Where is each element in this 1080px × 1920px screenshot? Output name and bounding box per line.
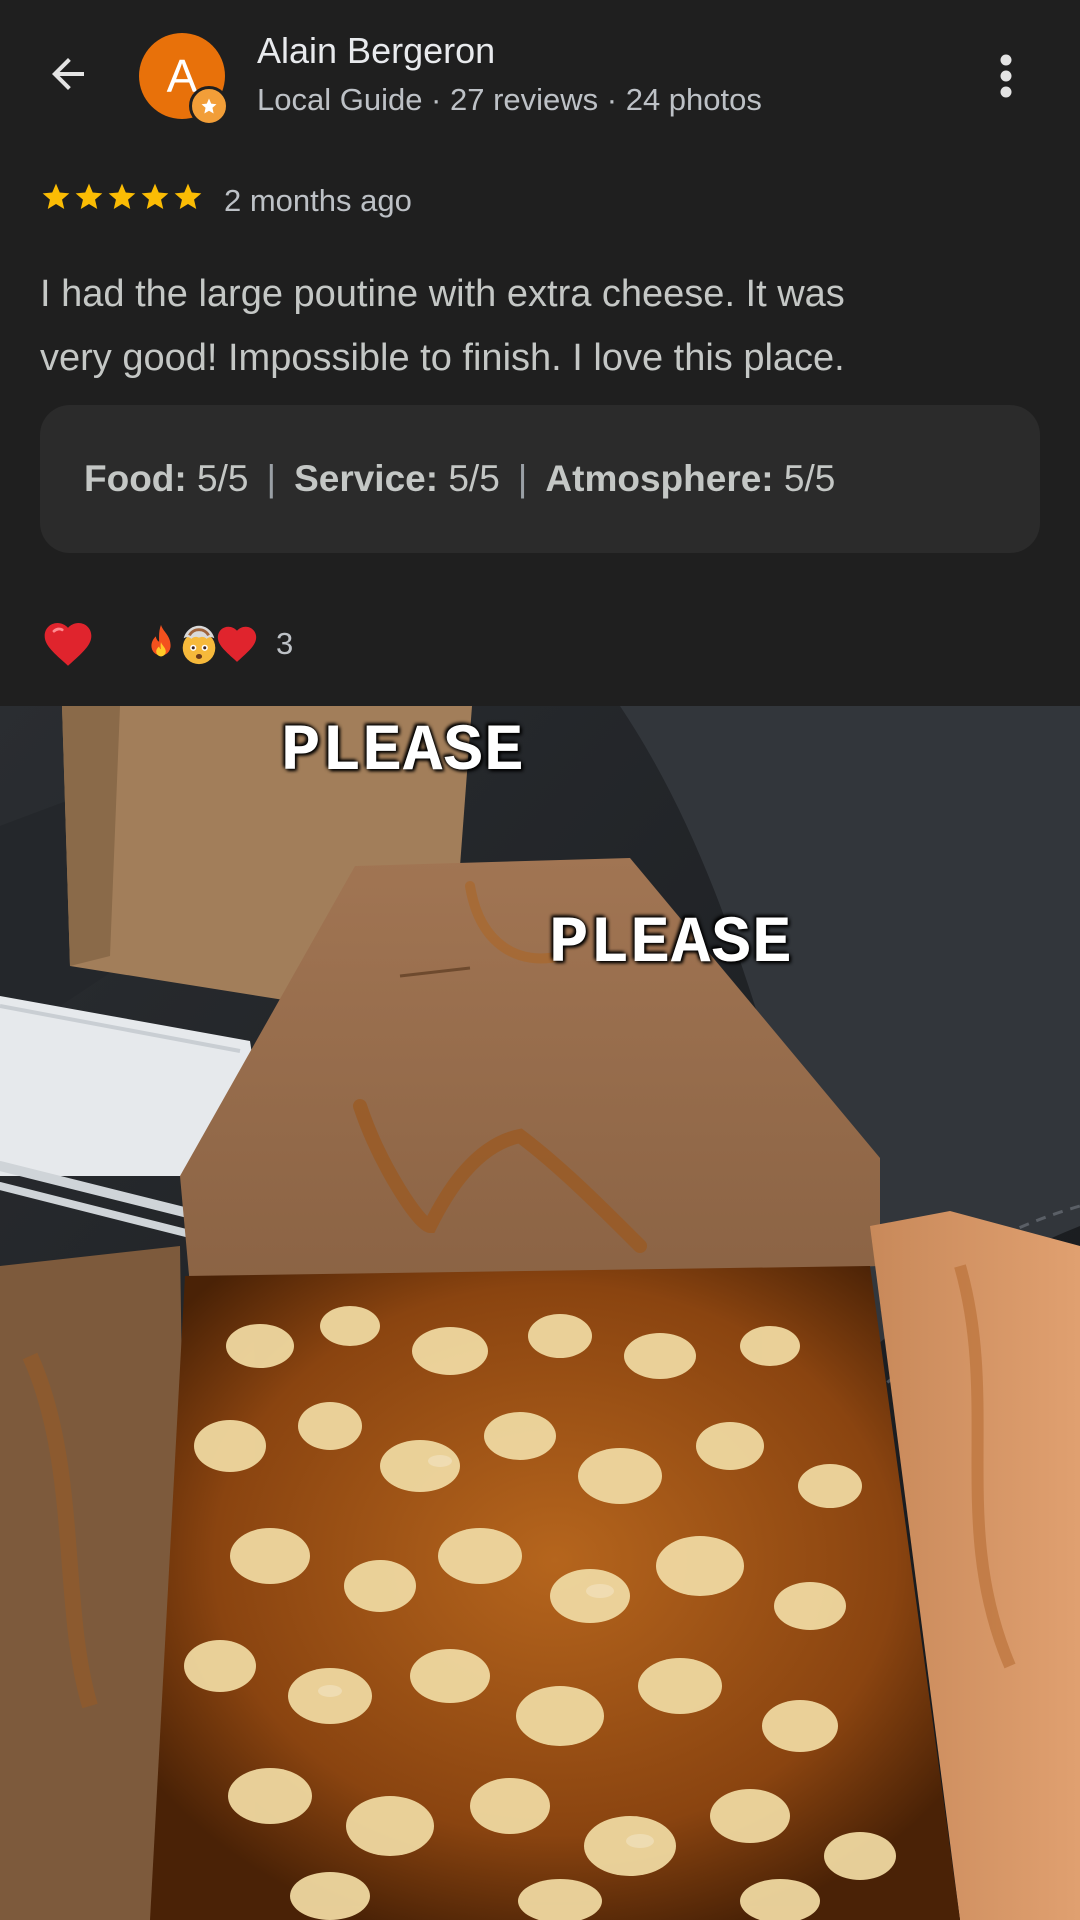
- more-options-button[interactable]: [980, 46, 1032, 106]
- review-text: I had the large poutine with extra chees…: [40, 262, 1040, 390]
- red-heart-emoji-icon: [217, 626, 257, 662]
- back-button[interactable]: [40, 46, 96, 102]
- reactions-summary[interactable]: 3: [138, 618, 293, 670]
- divider: |: [517, 458, 528, 499]
- atmosphere-rating-value: 5/5: [783, 458, 836, 499]
- food-rating-label: Food:: [84, 458, 187, 499]
- review-date: 2 months ago: [224, 183, 412, 218]
- review-text-line: very good! Impossible to finish. I love …: [40, 337, 845, 379]
- star-icon: [42, 183, 70, 209]
- more-vert-icon: [1000, 54, 1012, 98]
- star-icon: [108, 183, 136, 209]
- service-rating-value: 5/5: [448, 458, 500, 499]
- sub-ratings-pill: Food: 5/5 | Service: 5/5 | Atmosphere: 5…: [40, 405, 1040, 553]
- review-detail-screen: A Alain Bergeron Local Guide · 27 review…: [0, 0, 1080, 1920]
- food-rating-value: 5/5: [197, 458, 249, 499]
- photo-overlay-text: PLEASE: [549, 906, 793, 981]
- service-rating-label: Service:: [294, 458, 439, 499]
- divider: |: [266, 458, 277, 499]
- star-icon: [174, 183, 202, 209]
- star-icon: [141, 183, 169, 209]
- star-icon: [75, 183, 103, 209]
- reviewer-name[interactable]: Alain Bergeron: [257, 30, 495, 72]
- photo-overlay-text: PLEASE: [281, 714, 525, 789]
- red-heart-icon: [44, 623, 92, 666]
- star-rating: [40, 181, 204, 221]
- local-guide-badge-icon: [189, 86, 229, 126]
- review-text-line: I had the large poutine with extra chees…: [40, 273, 845, 315]
- react-heart-button[interactable]: [40, 616, 96, 672]
- reviewer-meta: Local Guide · 27 reviews · 24 photos: [257, 82, 762, 117]
- reaction-count: 3: [276, 626, 294, 661]
- review-photo[interactable]: PLEASE PLEASE: [0, 706, 1080, 1920]
- atmosphere-rating-label: Atmosphere:: [545, 458, 774, 499]
- arrow-back-icon: [52, 58, 84, 90]
- poutine-photo-illustration: [0, 706, 1080, 1920]
